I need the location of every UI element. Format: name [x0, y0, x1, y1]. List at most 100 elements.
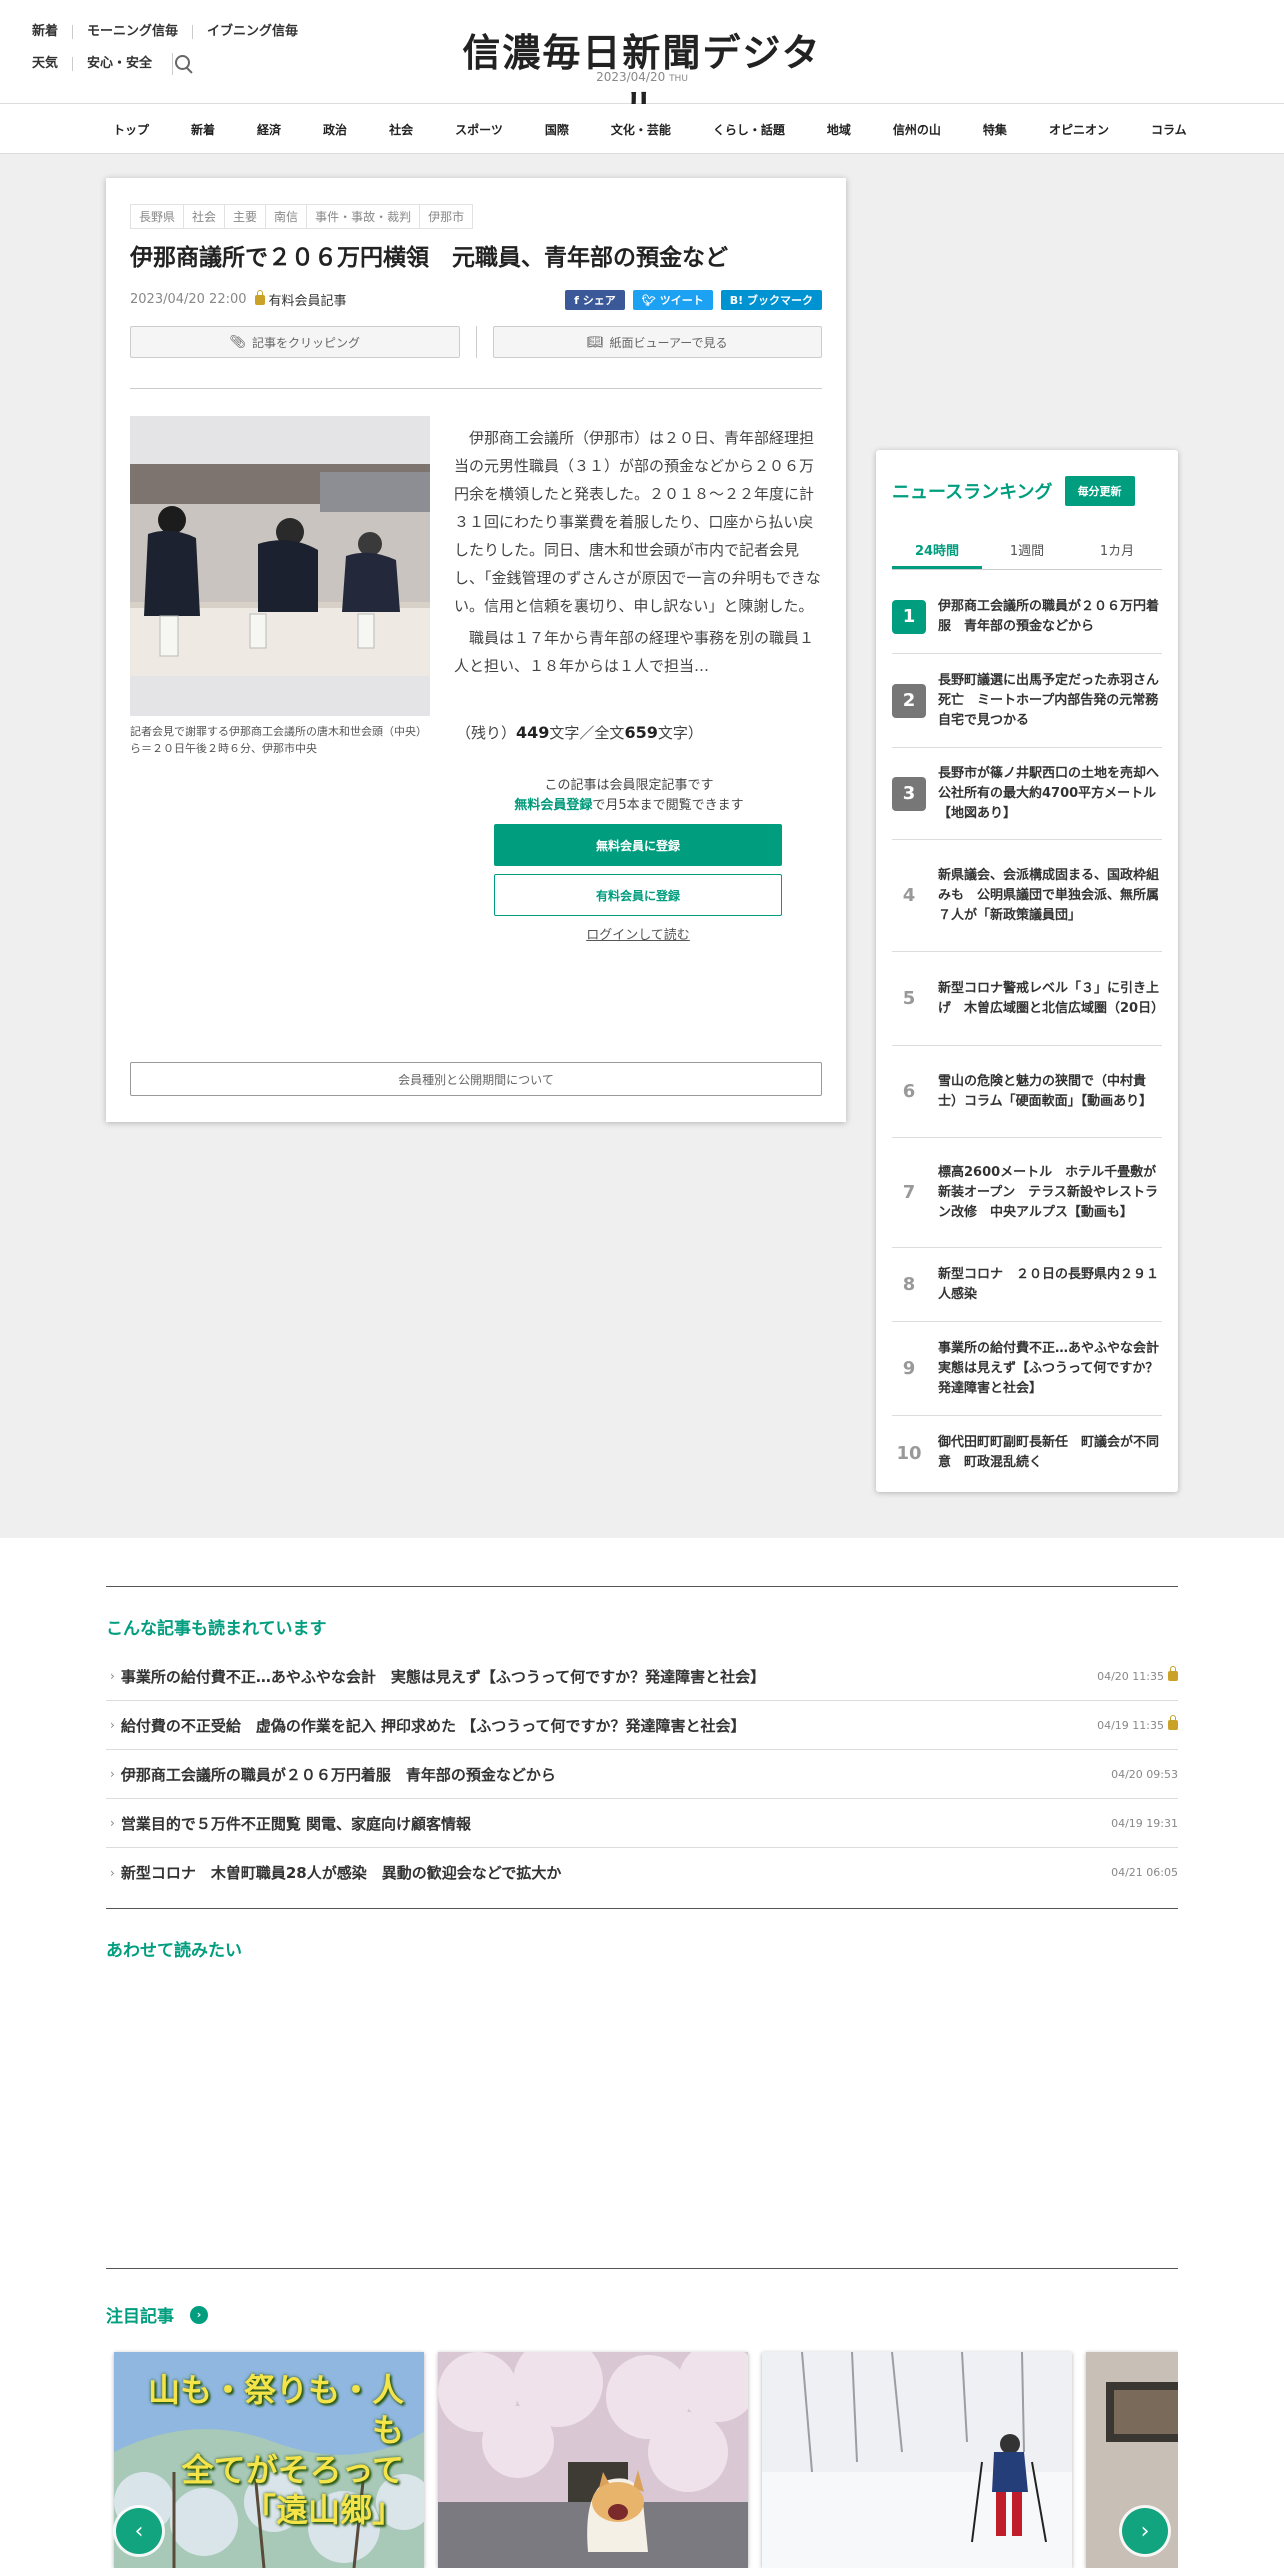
nav-item-culture[interactable]: 文化・芸能	[590, 121, 692, 138]
chevron-left-icon: ‹	[134, 2518, 144, 2544]
article-tags: 長野県 社会 主要 南信 事件・事故・裁判 伊那市	[130, 204, 474, 229]
util-link-safety[interactable]: 安心・安全	[72, 57, 166, 71]
ranking-list: 1 伊那商工会議所の職員が２０６万円着服 青年部の預金などから 2 長野町議選に出馬…	[892, 580, 1172, 1490]
rank-headline: 標高2600メートル ホテル千畳敷が新装オープン テラス新設やレストラン改修 中…	[938, 1164, 1158, 1220]
tag-society[interactable]: 社会	[184, 204, 226, 229]
nav-item-features[interactable]: 特集	[962, 121, 1028, 138]
rank-number: 2	[892, 683, 926, 718]
nav-item-economy[interactable]: 経済	[236, 121, 302, 138]
ranking-item[interactable]: 4 新県議会、会派構成固まる、国政枠組みも 公明県議団で単独会派、無所属７人が「新…	[892, 840, 1162, 952]
free-register-button[interactable]: 無料会員に登録	[494, 824, 782, 866]
article-photo[interactable]	[130, 416, 430, 716]
util-link-new[interactable]: 新着	[32, 25, 72, 39]
ranking-item[interactable]: 7 標高2600メートル ホテル千畳敷が新装オープン テラス新設やレストラン改修 …	[892, 1138, 1162, 1248]
lock-icon	[1168, 1715, 1178, 1730]
rank-number: 10	[896, 1442, 922, 1464]
header-date: 2023/04/20 THU	[596, 70, 688, 84]
ranking-item[interactable]: 3 長野市が篠ノ井駅西口の土地を売却へ 公社所有の最大約4700平方メートル【地図…	[892, 748, 1172, 840]
carousel-next-button[interactable]: ›	[1122, 2508, 1168, 2554]
tab-1week[interactable]: 1週間	[982, 534, 1072, 569]
rank-headline: 新県議会、会派構成固まる、国政枠組みも 公明県議団で単独会派、無所属７人が「新政…	[938, 867, 1160, 923]
article-title: 伊那商議所で２０６万円横領 元職員、青年部の預金など	[130, 245, 728, 271]
viewer-button[interactable]: 📖︎ 紙面ビューアーで見る	[492, 326, 822, 358]
article-card: 長野県 社会 主要 南信 事件・事故・裁判 伊那市 伊那商議所で２０６万円横領 …	[106, 178, 846, 1122]
ranking-item[interactable]: 9 事業所の給付費不正…あやふやな会計 実態は見えず【ふつうって何ですか？発達障害…	[892, 1322, 1172, 1416]
rank-number: 5	[902, 988, 916, 1009]
tag-incident[interactable]: 事件・事故・裁判	[307, 204, 421, 229]
ranking-item[interactable]: 10 御代田町町副町長新任 町議会が不同意 町政混乱続く	[892, 1416, 1162, 1490]
list-item[interactable]: › 事業所の給付費不正…あやふやな会計 実態は見えず【ふつうって何ですか？発達障害…	[106, 1652, 1178, 1701]
remaining-count: （残り）449文字／全文659文字）	[456, 723, 703, 742]
tab-24h[interactable]: 24時間	[892, 534, 982, 569]
chevron-right-icon: ›	[110, 1865, 115, 1880]
rank-number: 9	[902, 1358, 916, 1379]
lock-icon	[254, 289, 265, 305]
tool-divider	[475, 326, 477, 358]
rank-headline: 長野町議選に出馬予定だった赤羽さん死亡 ミートホープ内部告発の元常務 自宅で見つ…	[938, 672, 1172, 728]
nav-item-mountains[interactable]: 信州の山	[872, 121, 962, 138]
util-link-morning[interactable]: モーニング信毎	[72, 25, 192, 39]
search-icon[interactable]	[172, 53, 201, 75]
rank-headline: 伊那商工会議所の職員が２０６万円着服 青年部の預金などから	[938, 598, 1160, 634]
ranking-header: ニュースランキング 毎分更新	[892, 476, 1135, 506]
ranking-item[interactable]: 1 伊那商工会議所の職員が２０６万円着服 青年部の預金などから	[892, 580, 1162, 654]
article-tools: 📎︎ 記事をクリッピング 📖︎ 紙面ビューアーで見る	[130, 326, 822, 358]
list-item[interactable]: › 営業目的で５万件不正閲覧 関電、家庭向け顧客情報 04/19 19:31	[106, 1799, 1178, 1848]
chevron-right-icon: ›	[110, 1816, 115, 1830]
rank-headline: 新型コロナ警戒レベル「３」に引き上げ 木曽広域圏と北信広域圏（20日）	[938, 980, 1165, 1016]
tag-nagano[interactable]: 長野県	[130, 204, 185, 229]
ranking-item[interactable]: 2 長野町議選に出馬予定だった赤羽さん死亡 ミートホープ内部告発の元常務 自宅で見…	[892, 654, 1172, 748]
list-item[interactable]: › 新型コロナ 木曽町職員28人が感染 異動の歓迎会などで拡大か 04/21 06:…	[106, 1848, 1178, 1897]
tag-ina[interactable]: 伊那市	[420, 204, 474, 229]
facebook-share-button[interactable]: f シェア	[565, 290, 625, 310]
nav-item-life[interactable]: くらし・話題	[692, 121, 806, 138]
article-datetime: 2023/04/20 22:00	[130, 292, 247, 307]
utility-links: 新着 モーニング信毎 イブニング信毎 天気 安心・安全	[32, 22, 312, 86]
nav-item-sports[interactable]: スポーツ	[434, 121, 524, 138]
nav-item-opinion[interactable]: オピニオン	[1028, 121, 1130, 138]
nav-item-politics[interactable]: 政治	[302, 121, 368, 138]
twitter-icon: 🐦︎	[641, 293, 656, 307]
tag-nanshin[interactable]: 南信	[266, 204, 308, 229]
ranking-item[interactable]: 6 雪山の危険と魅力の狭間で（中村貴士）コラム「硬面軟面」【動画あり】	[892, 1046, 1162, 1138]
nav-item-new[interactable]: 新着	[170, 121, 236, 138]
together-title: あわせて読みたい	[106, 1941, 242, 1961]
free-register-link[interactable]: 無料会員登録	[514, 798, 592, 813]
rank-number: 3	[892, 776, 926, 811]
hatena-bookmark-button[interactable]: B! ブックマーク	[720, 290, 822, 310]
paid-label: 有料会員記事	[268, 294, 347, 309]
util-link-weather[interactable]: 天気	[32, 57, 72, 71]
section-divider	[106, 1586, 1178, 1587]
nav-item-international[interactable]: 国際	[524, 121, 590, 138]
card-image	[762, 2352, 1072, 2568]
featured-title[interactable]: 注目記事 ›	[106, 2302, 208, 2327]
nav-item-top[interactable]: トップ	[92, 121, 170, 138]
rank-number: 6	[902, 1081, 916, 1102]
tag-main[interactable]: 主要	[225, 204, 267, 229]
tab-1month[interactable]: 1カ月	[1072, 534, 1162, 569]
nav-item-region[interactable]: 地域	[806, 121, 872, 138]
featured-card[interactable]	[438, 2352, 748, 2568]
twitter-share-button[interactable]: 🐦︎ ツイート	[632, 290, 713, 310]
clip-button[interactable]: 📎︎ 記事をクリッピング	[130, 326, 460, 358]
rank-number: 4	[902, 885, 916, 906]
login-link[interactable]: ログインして読む	[494, 924, 782, 943]
ranking-item[interactable]: 8 新型コロナ ２０日の長野県内２９１人感染	[892, 1248, 1162, 1322]
rank-number: 7	[902, 1182, 916, 1203]
divider	[130, 388, 822, 389]
carousel-prev-button[interactable]: ‹	[116, 2508, 162, 2554]
ranking-item[interactable]: 5 新型コロナ警戒レベル「３」に引き上げ 木曽広域圏と北信広域圏（20日）	[892, 952, 1165, 1046]
list-item[interactable]: › 給付費の不正受給 虚偽の作業を記入 押印求めた 【ふつうって何ですか？発達障害…	[106, 1701, 1178, 1750]
nav-item-column[interactable]: コラム	[1130, 121, 1208, 138]
util-link-evening[interactable]: イブニング信毎	[192, 25, 312, 39]
list-item[interactable]: › 伊那商工会議所の職員が２０６万円着服 青年部の預金などから 04/20 09:5…	[106, 1750, 1178, 1799]
nav-item-society[interactable]: 社会	[368, 121, 434, 138]
chevron-right-icon: ›	[110, 1767, 115, 1781]
book-icon: 📖︎	[586, 334, 604, 350]
membership-info-button[interactable]: 会員種別と公開期間について	[130, 1062, 822, 1096]
article-meta: 2023/04/20 22:00 有料会員記事	[130, 289, 347, 309]
featured-card[interactable]	[762, 2352, 1072, 2568]
member-notice: この記事は会員限定記事です 無料会員登録で月5本まで閲覧できます	[514, 778, 744, 813]
article-paragraph: 職員は１７年から青年部の経理や事務を別の職員１人と担い、１８年からは１人で担当…	[454, 629, 815, 675]
paid-register-button[interactable]: 有料会員に登録	[494, 874, 782, 916]
